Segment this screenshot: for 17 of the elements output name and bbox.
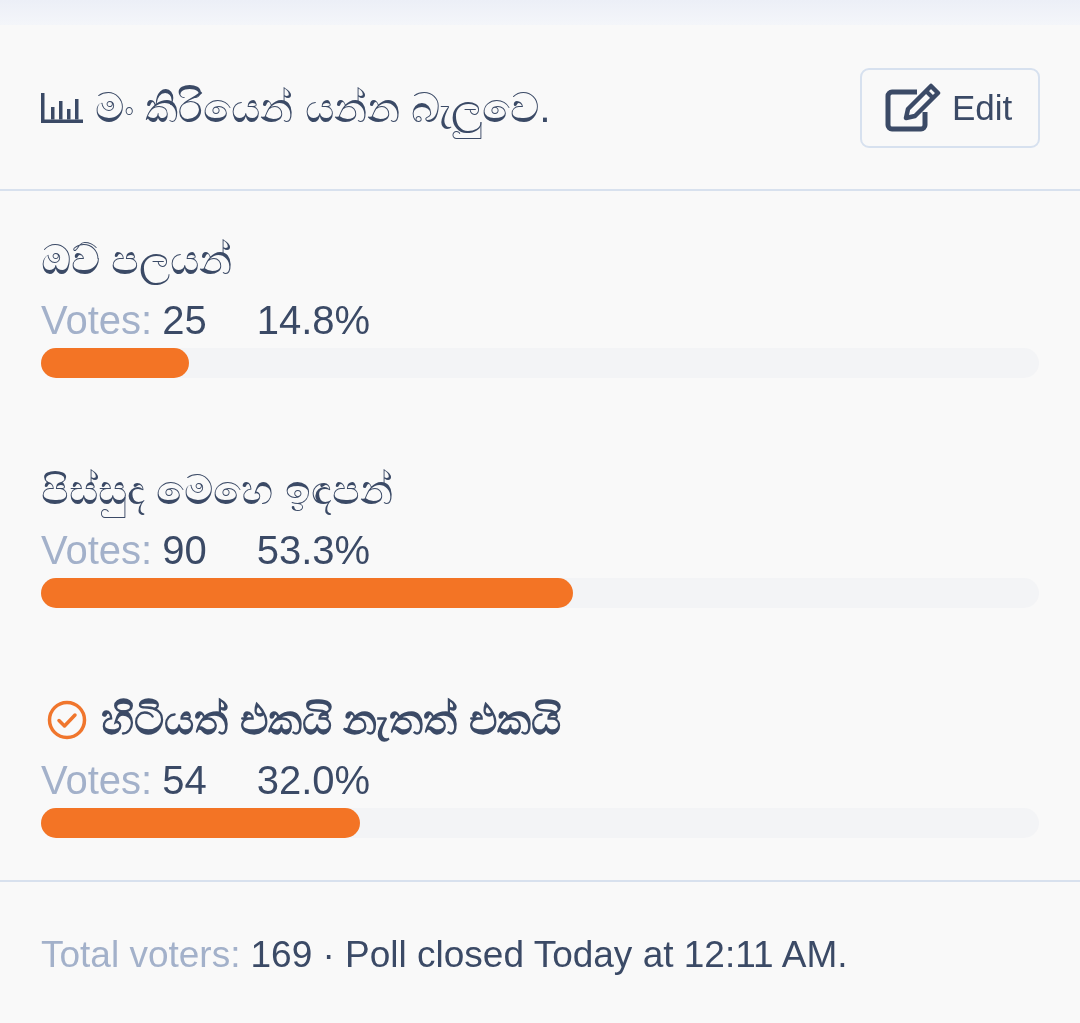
votes-count: 25 bbox=[162, 297, 207, 344]
votes-label: Votes: bbox=[41, 527, 153, 574]
bar-chart-icon bbox=[41, 93, 83, 123]
vote-percentage: 14.8% bbox=[256, 297, 371, 344]
edit-button[interactable]: Edit bbox=[860, 68, 1040, 148]
votes-label: Votes: bbox=[41, 757, 153, 804]
votes-label: Votes: bbox=[41, 297, 153, 344]
vote-percentage: 53.3% bbox=[256, 527, 371, 574]
total-voters-label: Total voters: bbox=[41, 933, 241, 977]
votes-count: 90 bbox=[162, 527, 207, 574]
option-label: ඔව් පලයන් bbox=[41, 236, 233, 287]
edit-icon bbox=[884, 83, 942, 133]
option-label: හිටියත් එකයි නැතත් එකයි bbox=[101, 695, 561, 745]
votes-count: 54 bbox=[162, 757, 207, 804]
vote-percentage: 32.0% bbox=[256, 757, 371, 804]
poll-summary: 169 · Poll closed Today at 12:11 AM. bbox=[250, 933, 848, 977]
option-label: පිස්සුද මෙහෙ ඉඳපන් bbox=[41, 462, 393, 518]
